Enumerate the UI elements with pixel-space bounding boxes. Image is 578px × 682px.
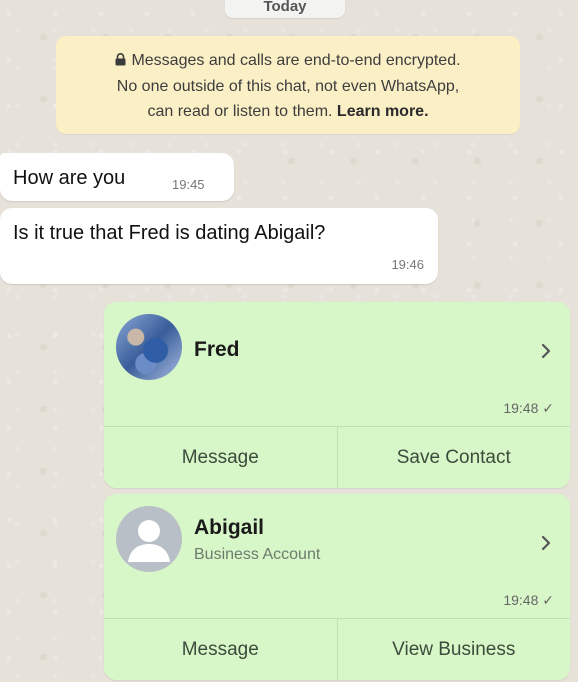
encryption-notice[interactable]: Messages and calls are end-to-end encryp… [56, 36, 520, 134]
contact-name: Fred [194, 338, 240, 361]
encryption-line-3: can read or listen to them. [147, 103, 333, 120]
save-contact-button[interactable]: Save Contact [336, 427, 571, 488]
learn-more-link[interactable]: Learn more. [337, 103, 429, 120]
shared-contact-card[interactable]: Abigail Business Account 19:48 ✓ Message… [104, 494, 570, 680]
view-business-button[interactable]: View Business [336, 619, 571, 680]
message-text: How are you [13, 167, 126, 189]
incoming-message[interactable]: How are you 19:45 [0, 153, 234, 201]
lock-icon [115, 49, 126, 74]
default-person-icon[interactable] [116, 506, 182, 572]
message-time: 19:46 [391, 257, 424, 272]
incoming-message[interactable]: Is it true that Fred is dating Abigail? … [0, 208, 438, 284]
chevron-right-icon[interactable] [540, 534, 552, 552]
contact-name: Abigail [194, 516, 265, 539]
encryption-line-1: Messages and calls are end-to-end encryp… [131, 52, 461, 69]
encryption-line-2: No one outside of this chat, not even Wh… [116, 78, 460, 95]
shared-contact-card[interactable]: Fred 19:48 ✓ Message Save Contact [104, 302, 570, 488]
date-divider: Today [225, 0, 345, 18]
message-button[interactable]: Message [104, 619, 337, 680]
message-time: 19:48 ✓ [503, 400, 554, 416]
contact-actions: Message View Business [104, 618, 570, 680]
contact-subtitle: Business Account [194, 546, 321, 563]
chevron-right-icon[interactable] [540, 342, 552, 360]
contact-avatar[interactable] [116, 314, 182, 380]
message-button[interactable]: Message [104, 427, 337, 488]
message-time: 19:48 ✓ [503, 592, 554, 608]
message-time: 19:45 [172, 177, 205, 192]
contact-actions: Message Save Contact [104, 426, 570, 488]
message-text: Is it true that Fred is dating Abigail? [13, 222, 326, 244]
